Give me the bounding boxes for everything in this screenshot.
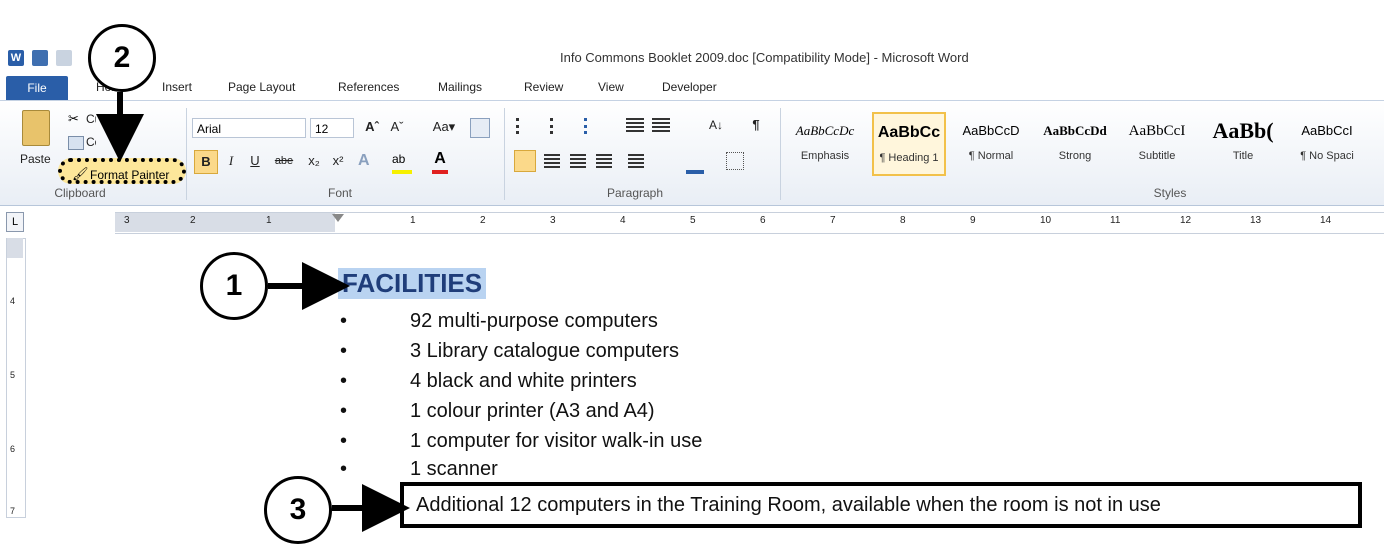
callout-arrows (96, 92, 410, 532)
